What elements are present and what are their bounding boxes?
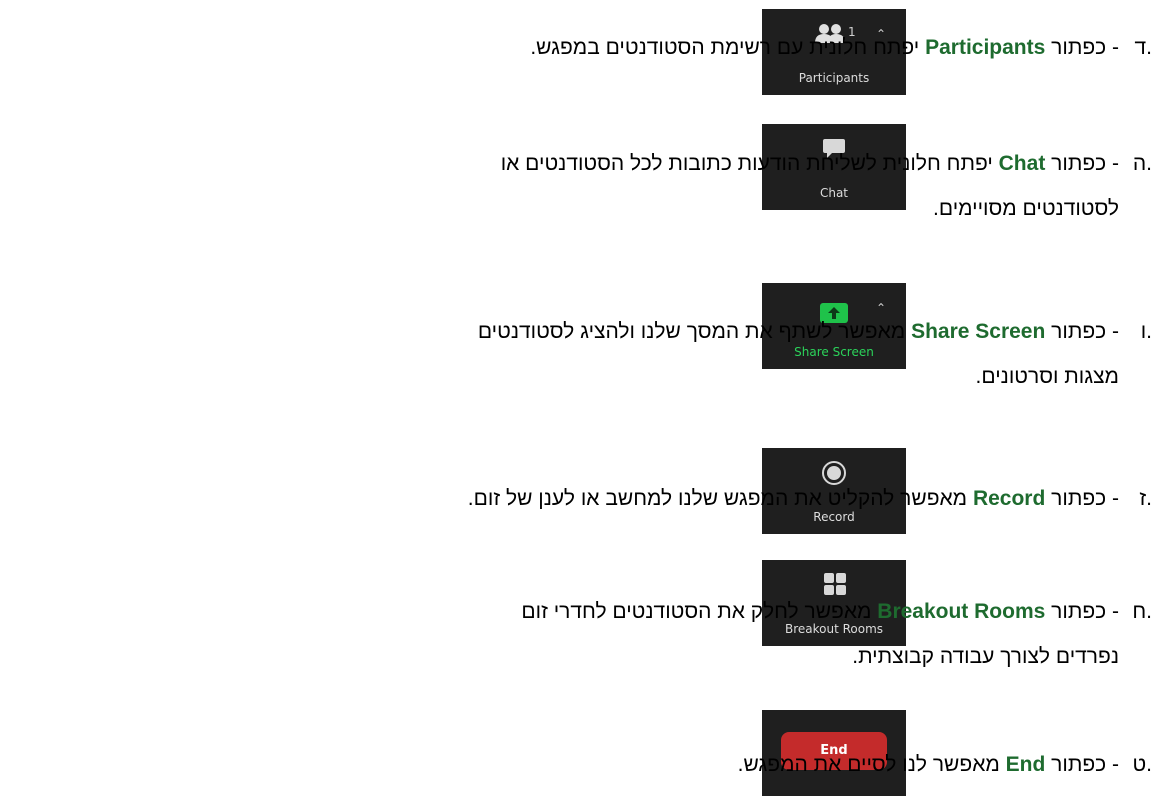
item-text: - כפתור Chat יפתח חלונית לשליחת הודעות כ… <box>500 152 1119 175</box>
item-text: - כפתור End מאפשר לנו לסיים את המפגש. <box>737 753 1119 776</box>
breakout-rooms-icon <box>823 572 847 600</box>
item-text: - כפתור Breakout Rooms מאפשר לחלק את הסט… <box>521 600 1119 623</box>
item-letter: ט. <box>1132 753 1152 776</box>
item-letter: ח. <box>1132 600 1152 623</box>
share-screen-label: Share Screen <box>794 345 874 359</box>
participants-label: Participants <box>798 71 870 85</box>
item-text: - כפתור Record מאפשר להקליט את המפגש שלנ… <box>467 487 1119 510</box>
item-letter: ו. <box>1140 320 1152 343</box>
chat-label: Chat <box>819 186 849 200</box>
item-letter: ד. <box>1134 36 1152 59</box>
chevron-up-icon[interactable]: ⌃ <box>876 301 886 315</box>
term: End <box>1005 753 1046 776</box>
item-text: - כפתור Share Screen מאפשר לשתף את המסך … <box>477 320 1119 343</box>
term: Share Screen <box>911 320 1046 343</box>
breakout-rooms-label: Breakout Rooms <box>784 622 884 636</box>
item-letter: ז. <box>1139 487 1152 510</box>
term: Breakout Rooms <box>877 600 1046 623</box>
item-text-continued: נפרדים לצורך עבודה קבוצתית. <box>852 645 1119 668</box>
record-icon <box>821 460 847 490</box>
term: Participants <box>925 36 1046 59</box>
record-label: Record <box>813 510 855 524</box>
item-text-continued: לסטודנטים מסויימים. <box>933 197 1119 220</box>
term: Chat <box>998 152 1046 175</box>
item-text: - כפתור Participants יפתח חלונית עם רשימ… <box>530 36 1119 59</box>
item-text-continued: מצגות וסרטונים. <box>975 365 1119 388</box>
item-letter: ה. <box>1132 152 1152 175</box>
term: Record <box>972 487 1046 510</box>
